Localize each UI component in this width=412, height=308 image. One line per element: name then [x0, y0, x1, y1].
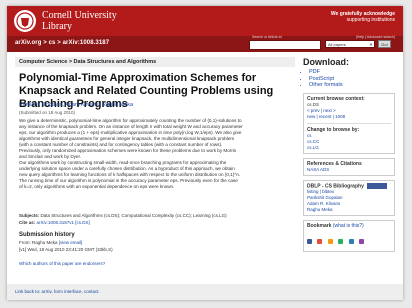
bookmark-icon[interactable] [359, 238, 365, 244]
download-header: Download: [303, 57, 349, 67]
subject-header: Computer Science > Data Structures and A… [15, 57, 295, 67]
bookmark-icons [307, 231, 391, 249]
support-message: We gratefully acknowledge supporting ins… [330, 11, 395, 23]
search-go-button[interactable]: Go! [378, 40, 391, 48]
sidebar: Download: PDF PostScript Other formats C… [303, 57, 395, 252]
cite-row: Cite as: arXiv:1008.3187v1 [cs.DS] [19, 220, 90, 225]
cite-link[interactable]: arXiv:1008.3187v1 [cs.DS] [37, 220, 90, 225]
submission-date: (Submitted on 18 Aug 2010) [19, 110, 76, 115]
author-list[interactable]: Parikshit Gopalan, Adam Klivans, Raghu M… [19, 102, 133, 108]
cornell-seal-icon[interactable] [14, 10, 36, 32]
bookmark-icon[interactable] [307, 238, 312, 244]
abstract-line: of k=2, only algorithms with an exponent… [19, 184, 175, 189]
footer-links[interactable]: Link back to: arXiv, form interface, con… [15, 289, 100, 294]
footer-bar: Link back to: arXiv, form interface, con… [7, 284, 403, 300]
advanced-search-link[interactable]: (Help | Advanced search) [356, 35, 395, 39]
arxiv-page: Cornell University Library We gratefully… [7, 6, 403, 300]
browse-links[interactable]: new | recent | 1008 [307, 114, 391, 120]
bookmark-icon[interactable] [327, 238, 333, 244]
nav-bar: arXiv.org > cs > arXiv:1008.3187 Search … [7, 35, 403, 52]
dblp-logo-icon [367, 182, 388, 189]
top-banner: Cornell University Library We gratefully… [7, 6, 403, 36]
bookmark-box: Bookmark (what is this?) [303, 219, 395, 252]
bookmark-help-link[interactable]: (what is this?) [333, 223, 364, 229]
download-list: PDF PostScript Other formats [303, 69, 395, 89]
search-input[interactable] [249, 40, 321, 50]
subjects-value: Data Structures and Algorithms (cs.DS); … [40, 213, 227, 218]
paper-metadata: Subjects: Data Structures and Algorithms… [19, 212, 227, 226]
download-other-formats-link[interactable]: Other formats [309, 82, 395, 89]
breadcrumb[interactable]: arXiv.org > cs > arXiv:1008.3187 [15, 40, 109, 46]
subjects-row: Subjects: Data Structures and Algorithms… [19, 213, 227, 218]
browse-cs-lg-link[interactable]: cs.LG [307, 145, 391, 151]
history-header: Submission history [19, 232, 75, 238]
search-scope-select[interactable]: All papers ▼ [325, 40, 375, 48]
history-from: From: Raghu Meka [19, 240, 58, 245]
bookmark-icon[interactable] [338, 238, 344, 244]
cornell-logo-text[interactable]: Cornell University Library [42, 10, 117, 32]
view-email-link[interactable]: [view email] [59, 240, 83, 245]
history-version: [v1] Wed, 18 Aug 2010 23:41:20 GMT (33kb… [19, 246, 113, 252]
abstract: We give a deterministic, polynomial-time… [19, 118, 289, 190]
browse-context-box: Current browse context: cs.DS < prev | n… [303, 92, 395, 154]
references-box: References & Citations NASA ADS [303, 157, 395, 176]
bookmark-icon[interactable] [348, 238, 354, 244]
bookmark-icon[interactable] [317, 238, 323, 244]
submission-history: From: Raghu Meka [view email] [v1] Wed, … [19, 240, 113, 253]
dblp-author-link[interactable]: Raghu Meka [307, 207, 391, 213]
divider [307, 122, 391, 124]
nasa-ads-link[interactable]: NASA ADS [307, 167, 391, 173]
dblp-box: DBLP - CS Bibliography listing | bibtex … [303, 179, 395, 216]
main-content: Computer Science > Data Structures and A… [7, 52, 403, 300]
search-hint: Search or Article-id [252, 35, 282, 39]
endorsers-link[interactable]: Which authors of this paper are endorser… [19, 261, 105, 266]
chevron-down-icon: ▼ [369, 42, 373, 47]
